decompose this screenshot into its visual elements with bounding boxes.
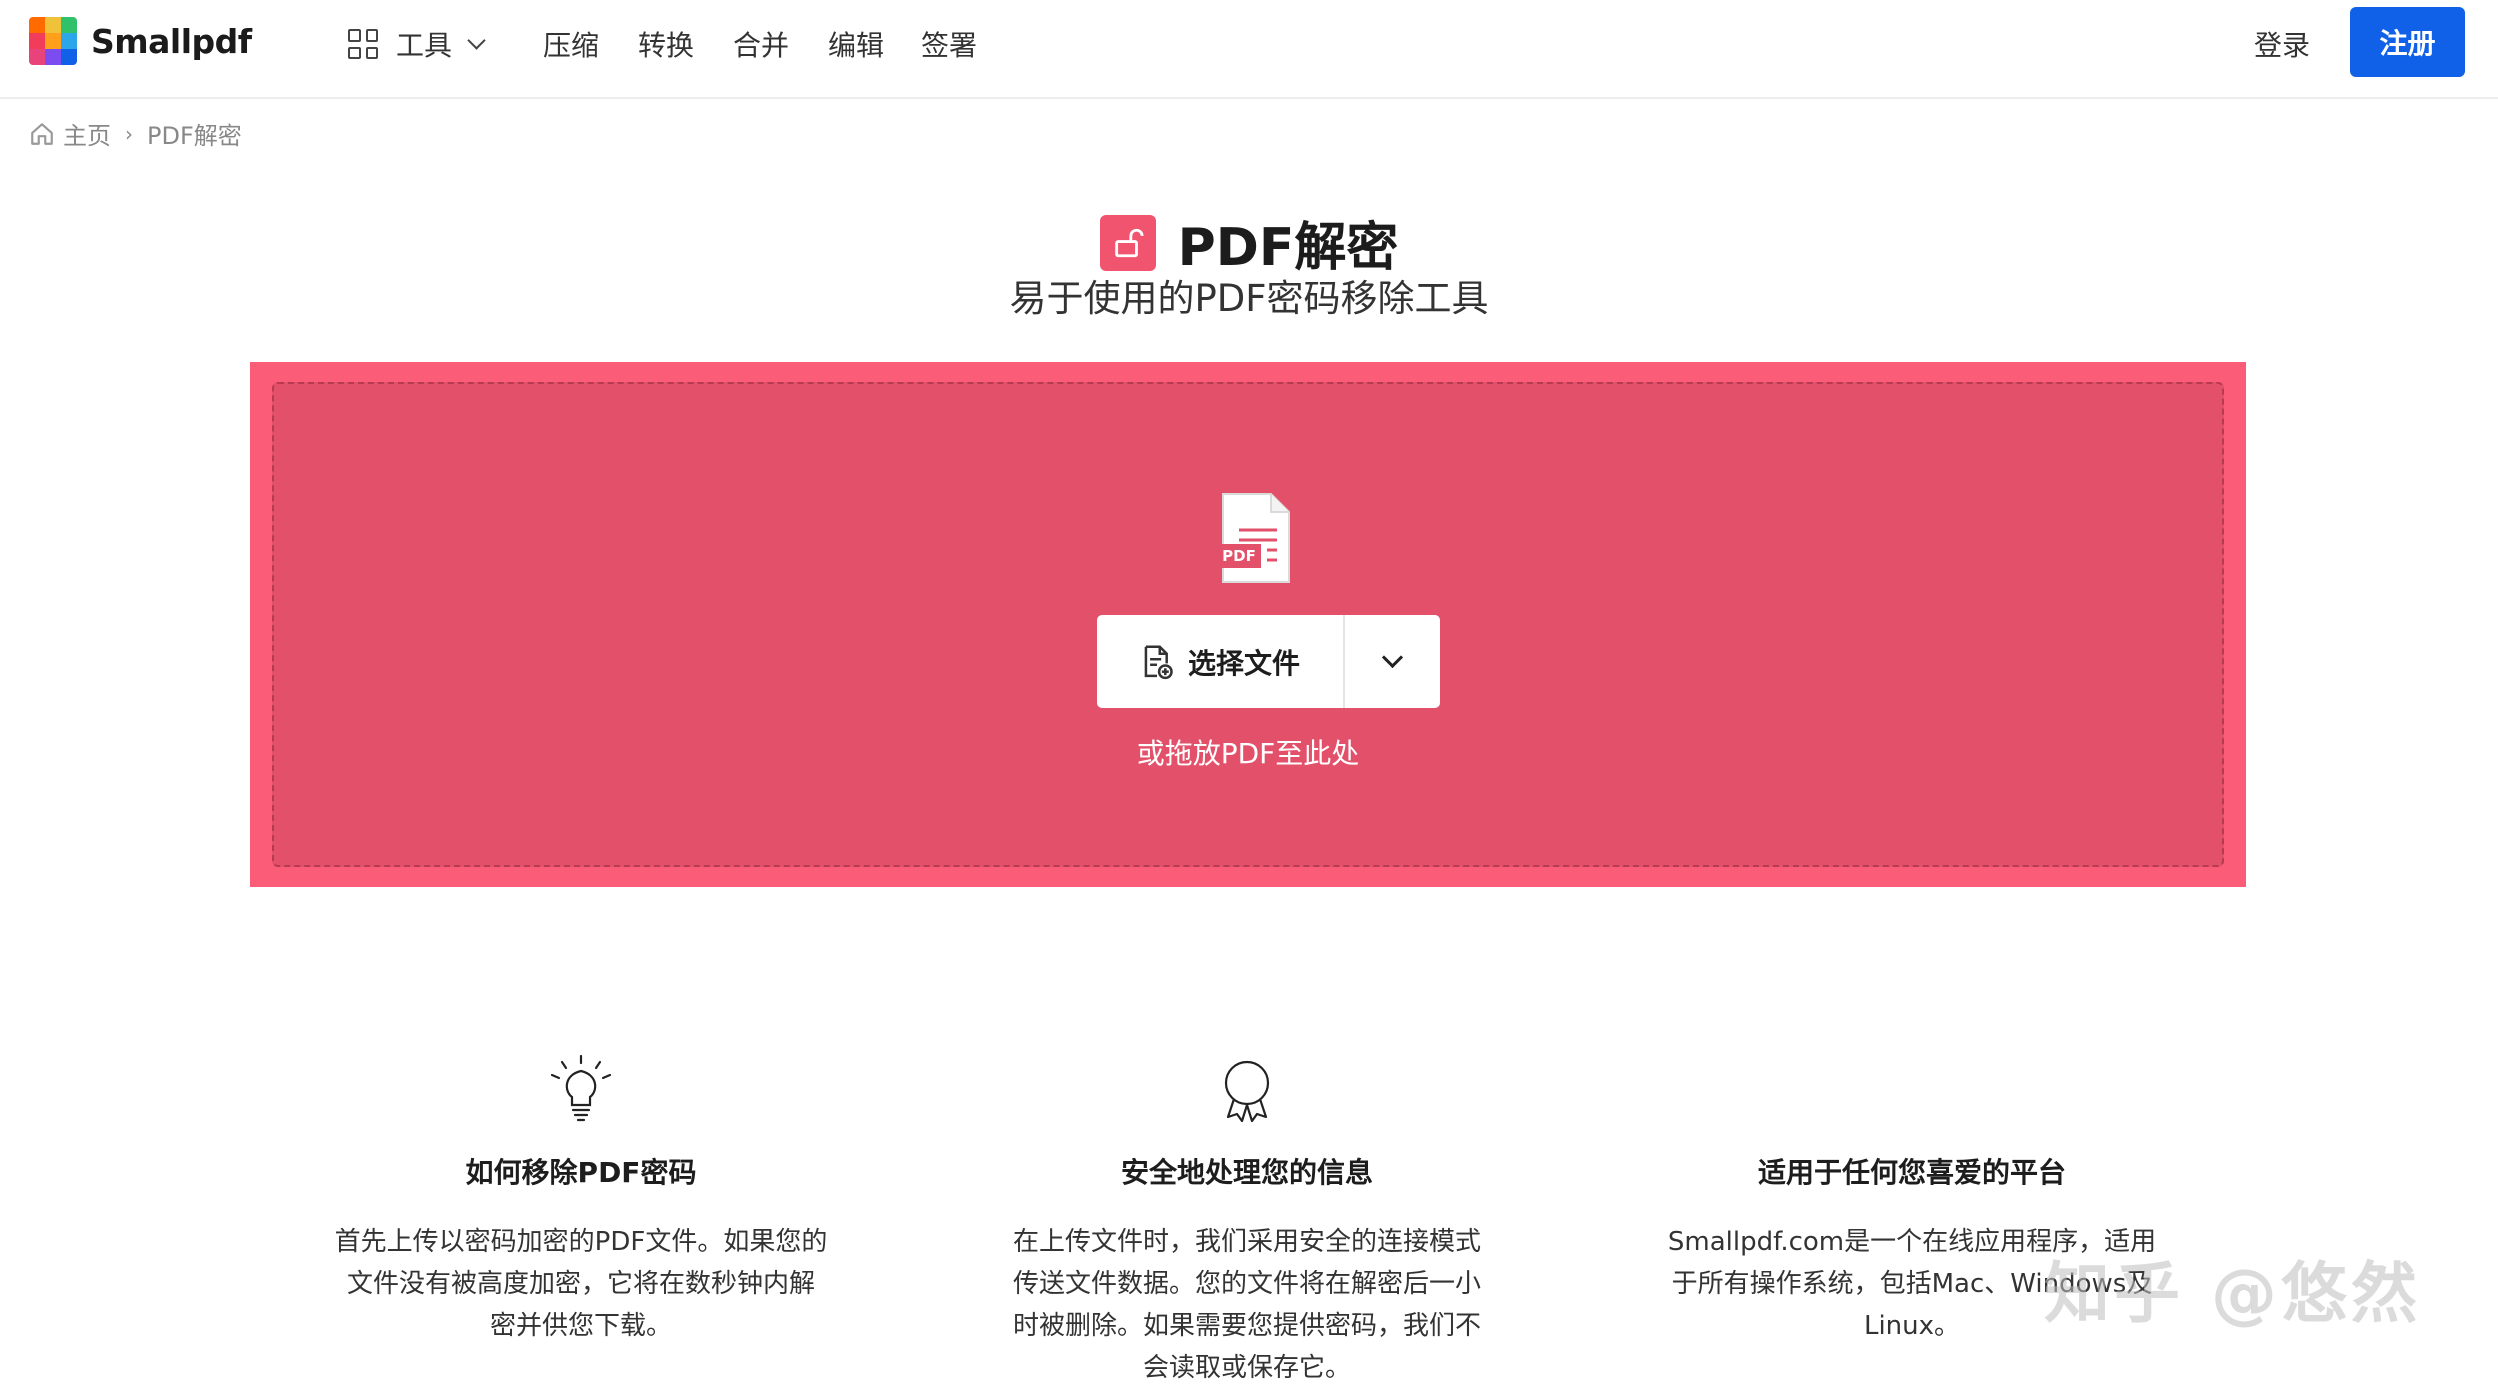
feature-title: 安全地处理您的信息 [1120,1156,1373,1189]
breadcrumb-home[interactable]: 主页 [63,116,111,151]
nav-sign[interactable]: 签署 [921,24,977,64]
grid-icon [348,29,378,59]
nav-compress[interactable]: 压缩 [543,24,599,64]
breadcrumb-current: PDF解密 [147,122,242,150]
feature-title: 适用于任何您喜爱的平台 [1757,1156,2066,1189]
nav-merge[interactable]: 合并 [733,24,789,64]
tools-menu-label: 工具 [396,29,453,62]
chevron-down-icon [1381,646,1404,669]
pdf-file-badge: PDF [1222,547,1256,565]
file-add-icon [1144,645,1173,679]
smallpdf-logo-icon [29,17,77,65]
feature-line: 在上传文件时，我们采用安全的连接模式 [1012,1227,1481,1257]
choose-file-label: 选择文件 [1187,646,1300,680]
dropzone-inner[interactable]: PDF 选择文件 或拖放PDF至此处 [272,382,2224,867]
tools-menu[interactable]: 工具 [348,24,486,64]
feature-line: 文件没有被高度加密，它将在数秒钟内解 [346,1269,815,1299]
main-nav: 工具 压缩 转换 合并 编辑 签署 [348,22,977,66]
drop-hint: 或拖放PDF至此处 [1136,737,1360,770]
brand-name: Smallpdf [91,21,252,61]
feature-line: 首先上传以密码加密的PDF文件。如果您的 [334,1227,828,1257]
page-subtitle: 易于使用的PDF密码移除工具 [1009,277,1489,320]
nav-edit[interactable]: 编辑 [828,24,884,64]
feature-line: 传送文件数据。您的文件将在解密后一小 [1012,1269,1481,1299]
feature-description: 首先上传以密码加密的PDF文件。如果您的 文件没有被高度加密，它将在数秒钟内解 … [311,1221,851,1347]
feature-line: 时被删除。如果需要您提供密码，我们不 [1012,1311,1481,1341]
breadcrumb: 主页 › PDF解密 [29,116,242,151]
file-dropzone[interactable]: PDF 选择文件 或拖放PDF至此处 [250,362,2246,887]
unlock-icon [1099,214,1156,271]
pdf-file-icon: PDF [1217,493,1290,583]
feature-description: 在上传文件时，我们采用安全的连接模式 传送文件数据。您的文件将在解密后一小 时被… [977,1221,1517,1389]
top-navbar: Smallpdf 工具 压缩 转换 合并 编辑 签署 登录 注册 [0,0,2498,99]
nav-convert[interactable]: 转换 [638,24,694,64]
feature-security: 安全地处理您的信息 在上传文件时，我们采用安全的连接模式 传送文件数据。您的文件… [977,1048,1517,1389]
choose-file-control: 选择文件 [1097,615,1440,708]
feature-title: 如何移除PDF密码 [465,1156,697,1189]
chevron-down-icon [467,30,486,50]
feature-how-to: 如何移除PDF密码 首先上传以密码加密的PDF文件。如果您的 文件没有被高度加密… [311,1048,851,1347]
lightbulb-icon [311,1048,851,1123]
breadcrumb-separator: › [125,121,133,146]
feature-line: 密并供您下载。 [489,1311,672,1341]
brand-logo[interactable]: Smallpdf [29,17,252,65]
upload-source-dropdown[interactable] [1345,615,1440,708]
choose-file-button[interactable]: 选择文件 [1097,615,1345,708]
home-icon [31,122,53,145]
login-link[interactable]: 登录 [2254,24,2310,64]
signup-button[interactable]: 注册 [2350,7,2465,77]
watermark-text: 知乎 @悠然 [2044,1255,2421,1332]
feature-line: 会读取或保存它。 [1142,1353,1351,1383]
award-icon [977,1048,1517,1123]
